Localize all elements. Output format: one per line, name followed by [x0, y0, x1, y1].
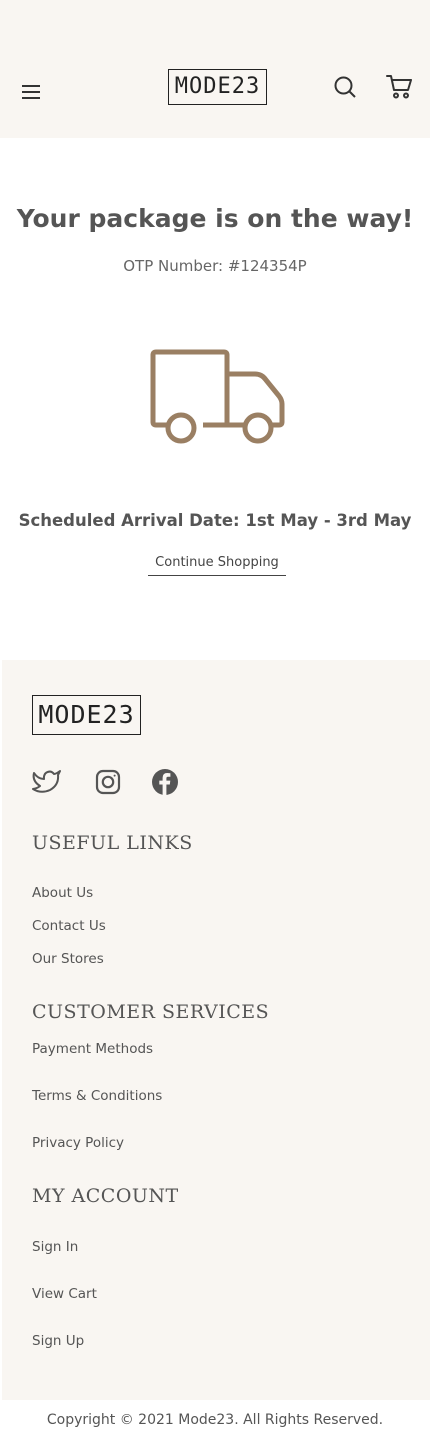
useful-links-heading: USEFUL LINKS	[32, 832, 193, 854]
header-logo[interactable]: MODE23	[168, 69, 267, 105]
footer-link-about-us[interactable]: About Us	[32, 885, 93, 901]
instagram-icon[interactable]	[93, 767, 123, 797]
copyright-text: Copyright © 2021 Mode23. All Rights Rese…	[46, 1412, 384, 1428]
footer-link-contact-us[interactable]: Contact Us	[32, 918, 106, 934]
footer-link-view-cart[interactable]: View Cart	[32, 1286, 97, 1302]
confirmation-title: Your package is on the way!	[16, 204, 414, 233]
shopping-cart-icon[interactable]	[386, 74, 412, 100]
footer-link-our-stores[interactable]: Our Stores	[32, 951, 104, 967]
twitter-icon[interactable]	[32, 767, 62, 797]
footer-link-terms-conditions[interactable]: Terms & Conditions	[32, 1088, 162, 1104]
scheduled-arrival-date: Scheduled Arrival Date: 1st May - 3rd Ma…	[18, 511, 412, 530]
my-account-heading: MY ACCOUNT	[32, 1185, 179, 1207]
facebook-icon[interactable]	[150, 767, 180, 797]
footer-logo[interactable]: MODE23	[32, 695, 141, 735]
hamburger-menu-icon[interactable]	[22, 85, 40, 99]
customer-services-heading: CUSTOMER SERVICES	[32, 1001, 270, 1023]
footer-link-sign-in[interactable]: Sign In	[32, 1239, 78, 1255]
continue-shopping-link[interactable]: Continue Shopping	[148, 555, 286, 576]
footer-link-sign-up[interactable]: Sign Up	[32, 1333, 84, 1349]
otp-number: OTP Number: #124354P	[123, 257, 307, 275]
site-header: MODE23	[0, 0, 430, 138]
search-icon[interactable]	[333, 75, 357, 99]
delivery-truck-icon	[148, 346, 286, 448]
footer-link-payment-methods[interactable]: Payment Methods	[32, 1041, 153, 1057]
footer-link-privacy-policy[interactable]: Privacy Policy	[32, 1135, 124, 1151]
site-footer: MODE23 USEFUL LINKS About Us Contact Us …	[2, 660, 430, 1400]
